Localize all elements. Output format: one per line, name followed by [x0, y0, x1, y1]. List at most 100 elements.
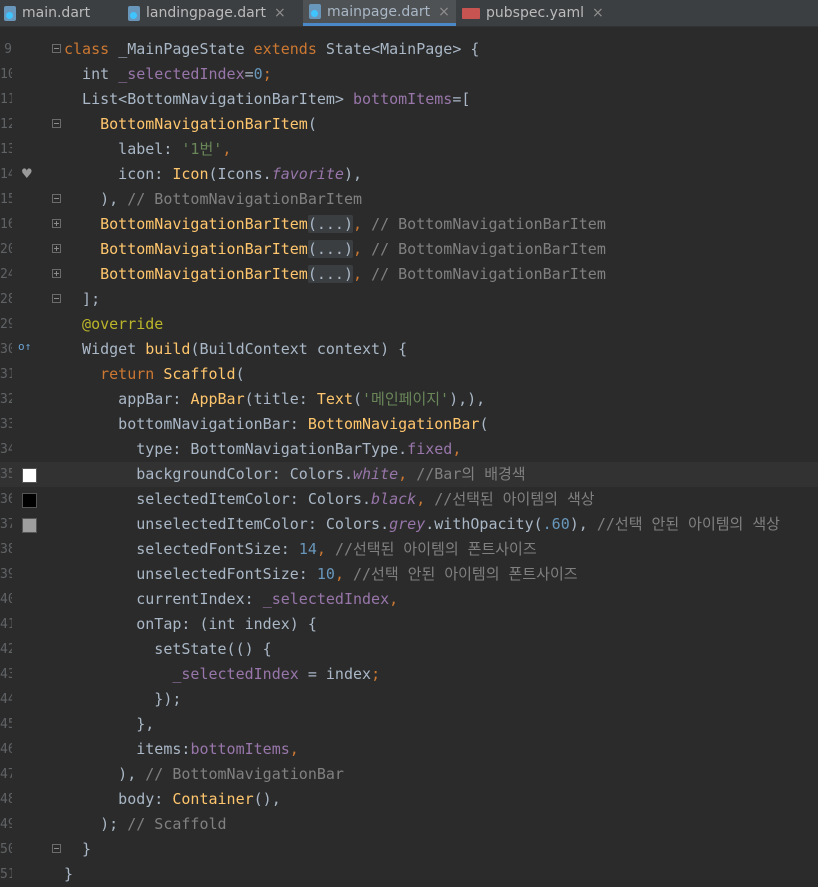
- heart-icon: ♥: [22, 164, 32, 183]
- close-icon[interactable]: ×: [438, 4, 450, 20]
- line-number: 43: [0, 667, 12, 682]
- code-line[interactable]: 11 List<BottomNavigationBarItem> bottomI…: [0, 87, 818, 112]
- code-line[interactable]: 47 ), // BottomNavigationBar: [0, 762, 818, 787]
- code-line[interactable]: 31 return Scaffold(: [0, 362, 818, 387]
- tab-pubspec-yaml[interactable]: pubspec.yaml ×: [462, 0, 604, 26]
- code-text: BottomNavigationBarItem(...), // BottomN…: [64, 240, 606, 258]
- code-text: });: [64, 690, 182, 708]
- code-text: label: '1번',: [64, 140, 232, 158]
- code-text: Widget build(BuildContext context) {: [64, 340, 408, 358]
- code-text: setState(() {: [64, 640, 272, 658]
- line-number: 16: [0, 217, 12, 232]
- line-number: 28: [0, 292, 12, 307]
- code-line[interactable]: 40 currentIndex: _selectedIndex,: [0, 587, 818, 612]
- code-line[interactable]: 45 },: [0, 712, 818, 737]
- line-number: 51: [0, 867, 12, 882]
- line-number: 12: [0, 117, 12, 132]
- code-text: ); // Scaffold: [64, 815, 227, 833]
- code-text: BottomNavigationBarItem(...), // BottomN…: [64, 215, 606, 233]
- code-text: ), // BottomNavigationBarItem: [64, 190, 363, 208]
- color-swatch-icon: [22, 518, 37, 533]
- code-line[interactable]: 9 class _MainPageState extends State<Main…: [0, 37, 818, 62]
- line-number: 24: [0, 267, 12, 282]
- line-number: 33: [0, 417, 12, 432]
- code-text: BottomNavigationBarItem(: [64, 115, 317, 133]
- fold-toggle-icon[interactable]: [52, 294, 61, 303]
- fold-toggle-icon[interactable]: [52, 194, 61, 203]
- code-line[interactable]: 41 onTap: (int index) {: [0, 612, 818, 637]
- code-line[interactable]: 16 BottomNavigationBarItem(...), // Bott…: [0, 212, 818, 237]
- close-icon[interactable]: ×: [274, 5, 286, 21]
- line-number: 14: [0, 167, 12, 182]
- tab-landingpage-dart[interactable]: landingpage.dart ×: [128, 0, 286, 26]
- code-text: unselectedFontSize: 10, //선택 안된 아이템의 폰트사…: [64, 565, 578, 583]
- code-text: appBar: AppBar(title: Text('메인페이지'),),: [64, 390, 486, 408]
- code-line[interactable]: 30 o↑ Widget build(BuildContext context) …: [0, 337, 818, 362]
- code-line[interactable]: 28 ];: [0, 287, 818, 312]
- code-text: },: [64, 715, 155, 733]
- code-line[interactable]: 10 int _selectedIndex=0;: [0, 62, 818, 87]
- code-line[interactable]: 29 @override: [0, 312, 818, 337]
- code-line[interactable]: 36 selectedItemColor: Colors.black, //선택…: [0, 487, 818, 512]
- code-line[interactable]: 32 appBar: AppBar(title: Text('메인페이지'),)…: [0, 387, 818, 412]
- code-line[interactable]: 12 BottomNavigationBarItem(: [0, 112, 818, 137]
- code-line[interactable]: 49 ); // Scaffold: [0, 812, 818, 837]
- tab-main-dart[interactable]: main.dart: [4, 0, 90, 26]
- line-number: 30: [0, 342, 12, 357]
- line-number: 34: [0, 442, 12, 457]
- code-line[interactable]: 42 setState(() {: [0, 637, 818, 662]
- fold-toggle-icon[interactable]: [52, 44, 61, 53]
- code-line[interactable]: 14 ♥ icon: Icon(Icons.favorite),: [0, 162, 818, 187]
- code-line[interactable]: 51}: [0, 862, 818, 887]
- code-line[interactable]: 46 items:bottomItems,: [0, 737, 818, 762]
- code-text: onTap: (int index) {: [64, 615, 317, 633]
- line-number: 29: [0, 317, 12, 332]
- code-line[interactable]: 35 backgroundColor: Colors.white, //Bar의…: [0, 462, 818, 487]
- line-number: 31: [0, 367, 12, 382]
- code-line[interactable]: 24 BottomNavigationBarItem(...), // Bott…: [0, 262, 818, 287]
- code-line[interactable]: 20 BottomNavigationBarItem(...), // Bott…: [0, 237, 818, 262]
- line-number: 15: [0, 192, 12, 207]
- fold-toggle-icon[interactable]: [52, 844, 61, 853]
- code-editor[interactable]: 9 class _MainPageState extends State<Main…: [0, 27, 818, 883]
- line-number: 35: [0, 467, 12, 482]
- code-text: }: [64, 840, 92, 858]
- code-text: BottomNavigationBarItem(...), // BottomN…: [64, 265, 606, 283]
- code-line[interactable]: 34 type: BottomNavigationBarType.fixed,: [0, 437, 818, 462]
- line-number: 42: [0, 642, 12, 657]
- line-number: 46: [0, 742, 12, 757]
- code-text: ];: [64, 290, 101, 308]
- tab-mainpage-dart[interactable]: mainpage.dart ×: [303, 0, 456, 26]
- line-number: 20: [0, 242, 12, 257]
- code-line[interactable]: 48 body: Container(),: [0, 787, 818, 812]
- fold-toggle-icon[interactable]: [52, 219, 61, 228]
- line-number: 44: [0, 692, 12, 707]
- code-line[interactable]: 39 unselectedFontSize: 10, //선택 안된 아이템의 …: [0, 562, 818, 587]
- code-line[interactable]: 38 selectedFontSize: 14, //선택된 아이템의 폰트사이…: [0, 537, 818, 562]
- fold-toggle-icon[interactable]: [52, 269, 61, 278]
- code-line[interactable]: 15 ), // BottomNavigationBarItem: [0, 187, 818, 212]
- code-line[interactable]: 37 unselectedItemColor: Colors.grey.with…: [0, 512, 818, 537]
- yaml-file-icon: [462, 7, 480, 19]
- code-line[interactable]: 44 });: [0, 687, 818, 712]
- code-line[interactable]: 50 }: [0, 837, 818, 862]
- line-number: 11: [0, 92, 12, 107]
- editor-tab-bar: main.dart landingpage.dart × mainpage.da…: [0, 0, 818, 27]
- close-icon[interactable]: ×: [592, 5, 604, 21]
- override-icon[interactable]: o↑: [18, 340, 31, 353]
- code-line[interactable]: 43 _selectedIndex = index;: [0, 662, 818, 687]
- line-number: 36: [0, 492, 12, 507]
- line-number: 13: [0, 142, 12, 157]
- tab-label: main.dart: [22, 5, 91, 21]
- tab-label: pubspec.yaml: [486, 5, 584, 21]
- line-number: 37: [0, 517, 12, 532]
- line-number: 45: [0, 717, 12, 732]
- color-swatch-icon: [22, 468, 37, 483]
- code-line[interactable]: 33 bottomNavigationBar: BottomNavigation…: [0, 412, 818, 437]
- dart-file-icon: [128, 5, 140, 21]
- line-number: 49: [0, 817, 12, 832]
- fold-toggle-icon[interactable]: [52, 119, 61, 128]
- code-text: unselectedItemColor: Colors.grey.withOpa…: [64, 515, 780, 533]
- fold-toggle-icon[interactable]: [52, 244, 61, 253]
- code-line[interactable]: 13 label: '1번',: [0, 137, 818, 162]
